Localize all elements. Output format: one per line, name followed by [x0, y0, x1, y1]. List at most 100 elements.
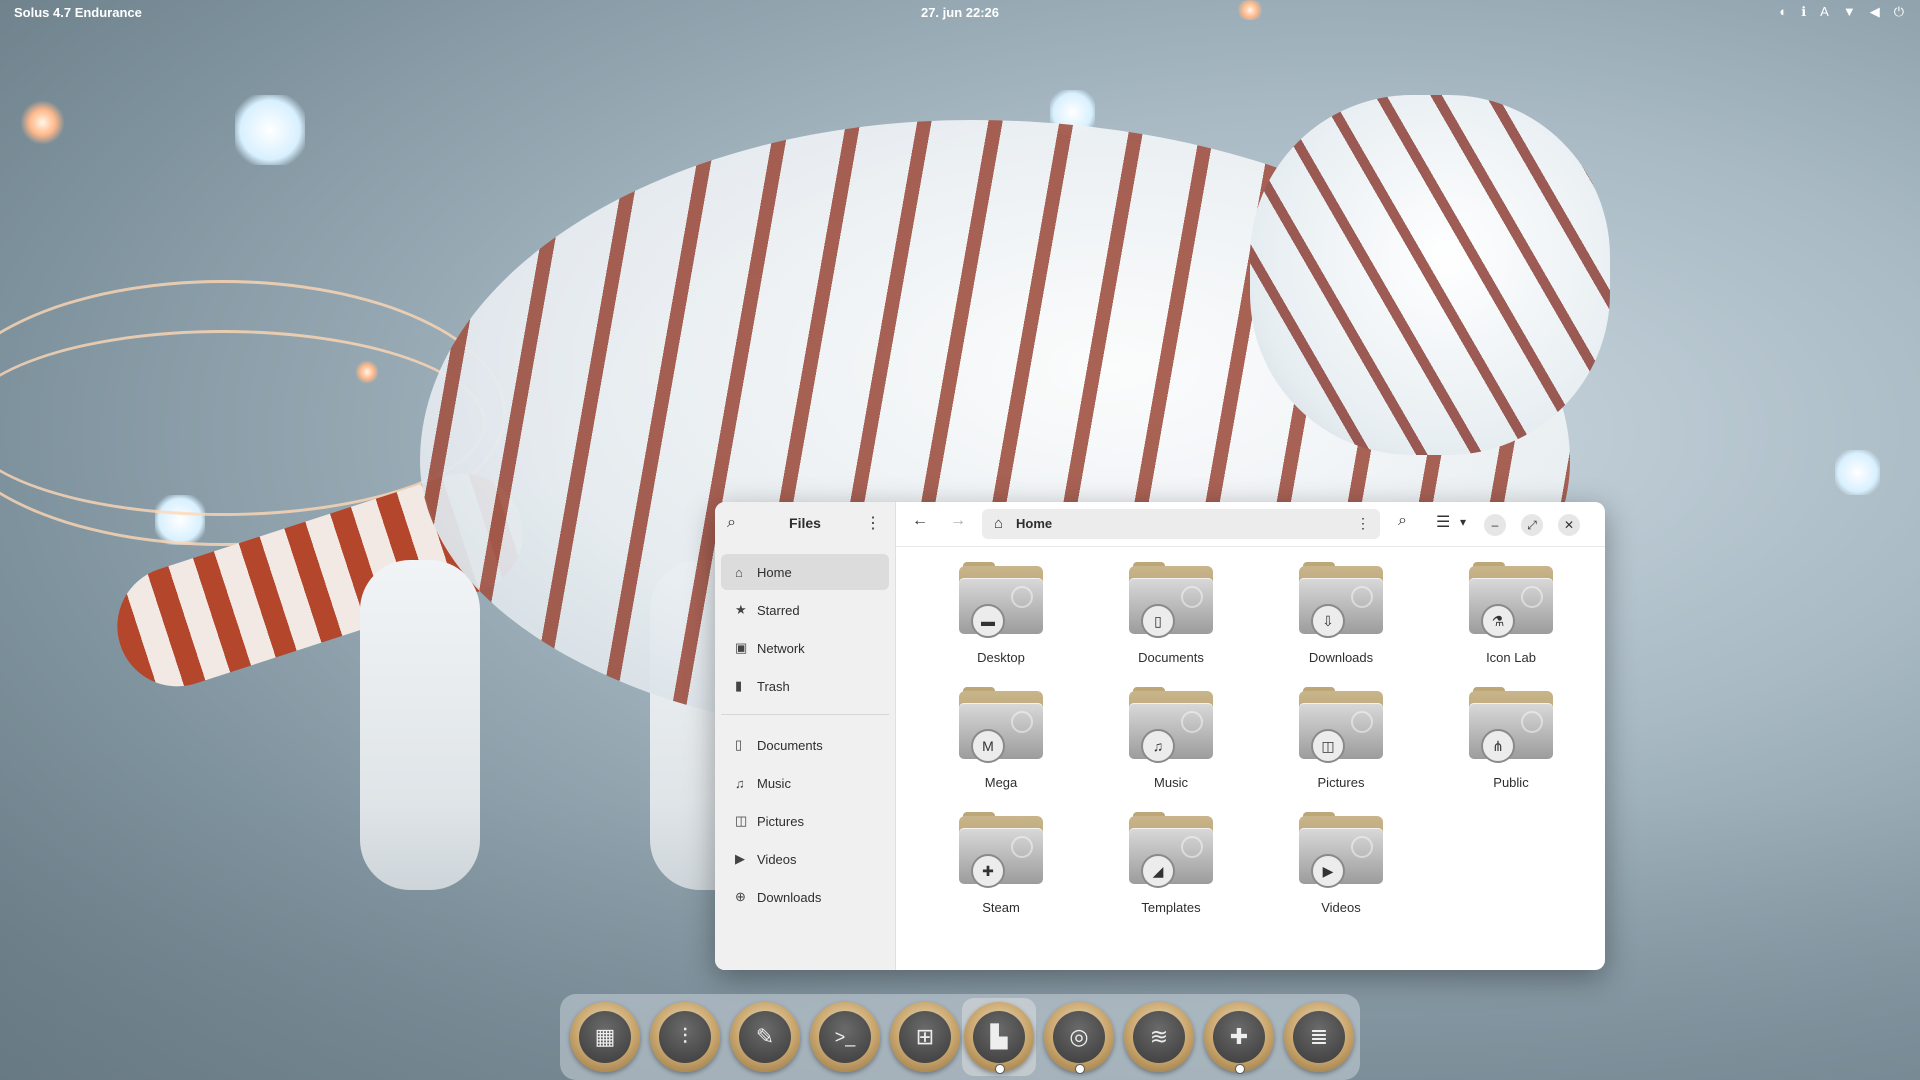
toolbar: ← → ⌂ Home ⋮ ⌕ ☰ ▾ – ⤢ ✕	[896, 502, 1605, 547]
download-icon: ⊕	[735, 889, 746, 904]
folder-icon: ▯	[1129, 562, 1213, 638]
sidebar-item-pictures[interactable]: ◫ Pictures	[721, 803, 889, 839]
search-folder-icon[interactable]: ⌕	[1398, 512, 1407, 530]
sidebar-item-documents[interactable]: ▯ Documents	[721, 727, 889, 763]
folder-icon: ✚	[959, 812, 1043, 888]
back-arrow-icon[interactable]: ←	[912, 512, 928, 530]
folder-icon: ⇩	[1299, 562, 1383, 638]
light-orb	[20, 100, 65, 145]
wifi-icon[interactable]: ▼	[1843, 5, 1856, 19]
path-bar[interactable]: ⌂ Home ⋮	[982, 509, 1380, 539]
home-icon: ⌂	[994, 515, 1004, 532]
folder-grid: ▬ Desktop ▯ Documents ⇩ Downloads ⚗ Icon…	[916, 562, 1596, 915]
view-options-chevron-icon[interactable]: ▾	[1460, 515, 1466, 529]
folder-label: Documents	[1138, 650, 1204, 665]
folder-item-public[interactable]: ⋔ Public	[1426, 687, 1596, 790]
sidebar-item-label: Downloads	[757, 889, 822, 905]
share-icon: ⋔	[1481, 729, 1515, 763]
folder-item-steam[interactable]: ✚ Steam	[916, 812, 1086, 915]
dock-item-mixer[interactable]: ⫶	[650, 1002, 720, 1072]
close-button[interactable]: ✕	[1558, 514, 1580, 536]
trash-icon: ▮	[735, 678, 743, 693]
clock[interactable]: 27. jun 22:26	[0, 5, 1920, 20]
dock-item-app-grid[interactable]: ▦	[570, 1002, 640, 1072]
music-icon: ♫	[735, 775, 745, 791]
network-icon: ▣	[735, 640, 748, 655]
volume-icon[interactable]: ◀	[1870, 5, 1880, 19]
sidebar-item-downloads[interactable]: ⊕ Downloads	[721, 879, 889, 915]
sidebar-item-home[interactable]: ⌂ Home	[721, 554, 889, 590]
folder-item-templates[interactable]: ◢ Templates	[1086, 812, 1256, 915]
folder-item-icon-lab[interactable]: ⚗ Icon Lab	[1426, 562, 1596, 665]
folder-item-pictures[interactable]: ◫ Pictures	[1256, 687, 1426, 790]
steam-icon[interactable]: ◐	[1779, 5, 1787, 19]
document-icon: ▯	[735, 737, 743, 752]
sidebar: ⌕ Files ⋮ ⌂ Home ★ Starred ▣ Network ▮ T…	[715, 502, 896, 970]
games-icon: ✚	[1213, 1011, 1265, 1063]
dock-item-software-center[interactable]: ⊞	[890, 1002, 960, 1072]
star-icon: ★	[735, 602, 747, 617]
dock-item-layers[interactable]: ≣	[1284, 1002, 1354, 1072]
pictures-icon: ◫	[1311, 729, 1345, 763]
folder-item-music[interactable]: ♫ Music	[1086, 687, 1256, 790]
dock-item-games[interactable]: ✚	[1204, 1002, 1274, 1072]
folder-label: Mega	[984, 775, 1018, 790]
keyboard-icon[interactable]: A	[1820, 5, 1829, 19]
folder-icon: ▬	[959, 562, 1043, 638]
running-indicator	[1235, 1064, 1245, 1074]
list-view-icon[interactable]: ☰	[1436, 512, 1450, 532]
desktop-icon: ▬	[971, 604, 1005, 638]
folder-icon: ◫	[1299, 687, 1383, 763]
folder-label: Icon Lab	[1486, 650, 1536, 665]
home-icon: ⌂	[735, 564, 743, 580]
folder-item-mega[interactable]: M Mega	[916, 687, 1086, 790]
maximize-button[interactable]: ⤢	[1521, 514, 1543, 536]
folder-item-videos[interactable]: ▶ Videos	[1256, 812, 1426, 915]
chrome-icon: ◎	[1053, 1011, 1105, 1063]
forward-arrow-icon[interactable]: →	[950, 512, 966, 530]
top-panel: Solus 4.7 Endurance 27. jun 22:26 ◐ ℹ A …	[0, 0, 1920, 26]
mega-icon: M	[971, 729, 1005, 763]
minimize-button[interactable]: –	[1484, 514, 1506, 536]
sidebar-item-trash[interactable]: ▮ Trash	[721, 668, 889, 704]
folder-icon: M	[959, 687, 1043, 763]
templates-icon: ◢	[1141, 854, 1175, 888]
flask-icon: ⚗	[1481, 604, 1515, 638]
sidebar-item-label: Network	[757, 640, 805, 656]
dock-item-terminal[interactable]: >_	[810, 1002, 880, 1072]
folder-label: Templates	[1141, 900, 1201, 915]
main-menu-icon[interactable]: ⋮	[865, 513, 881, 533]
dock-item-tweaks[interactable]: ✎	[730, 1002, 800, 1072]
folder-label: Steam	[982, 900, 1020, 915]
info-icon[interactable]: ℹ	[1801, 5, 1806, 19]
tiger-head	[1250, 95, 1610, 455]
gamepad-icon: ✚	[971, 854, 1005, 888]
files-icon: ▙	[973, 1011, 1025, 1063]
dock-item-spotify[interactable]: ≋	[1124, 1002, 1194, 1072]
folder-item-desktop[interactable]: ▬ Desktop	[916, 562, 1086, 665]
light-hexagon	[235, 95, 305, 165]
sidebar-item-music[interactable]: ♫ Music	[721, 765, 889, 801]
sidebar-item-label: Home	[757, 564, 792, 580]
pictures-icon: ◫	[735, 813, 748, 828]
sidebar-item-label: Documents	[757, 737, 823, 753]
light-hexagon	[1835, 450, 1880, 495]
folder-label: Public	[1493, 775, 1529, 790]
power-icon[interactable]: ⏻	[1894, 5, 1904, 19]
sidebar-item-starred[interactable]: ★ Starred	[721, 592, 889, 628]
sidebar-divider	[721, 714, 889, 715]
main-view: ← → ⌂ Home ⋮ ⌕ ☰ ▾ – ⤢ ✕ ▬ Desktop ▯ Doc…	[896, 502, 1605, 970]
path-label[interactable]: Home	[1016, 516, 1052, 531]
sidebar-places: ⌂ Home ★ Starred ▣ Network ▮ Trash ▯ Doc…	[715, 546, 895, 925]
folder-label: Desktop	[977, 650, 1025, 665]
dock-item-files[interactable]: ▙	[964, 1002, 1034, 1072]
path-menu-icon[interactable]: ⋮	[1356, 515, 1370, 532]
folder-item-documents[interactable]: ▯ Documents	[1086, 562, 1256, 665]
folder-item-downloads[interactable]: ⇩ Downloads	[1256, 562, 1426, 665]
folder-icon: ⚗	[1469, 562, 1553, 638]
sidebar-item-videos[interactable]: ▶ Videos	[721, 841, 889, 877]
sidebar-item-network[interactable]: ▣ Network	[721, 630, 889, 666]
terminal-icon: >_	[819, 1011, 871, 1063]
sidebar-item-label: Starred	[757, 602, 800, 618]
dock-item-chrome[interactable]: ◎	[1044, 1002, 1114, 1072]
